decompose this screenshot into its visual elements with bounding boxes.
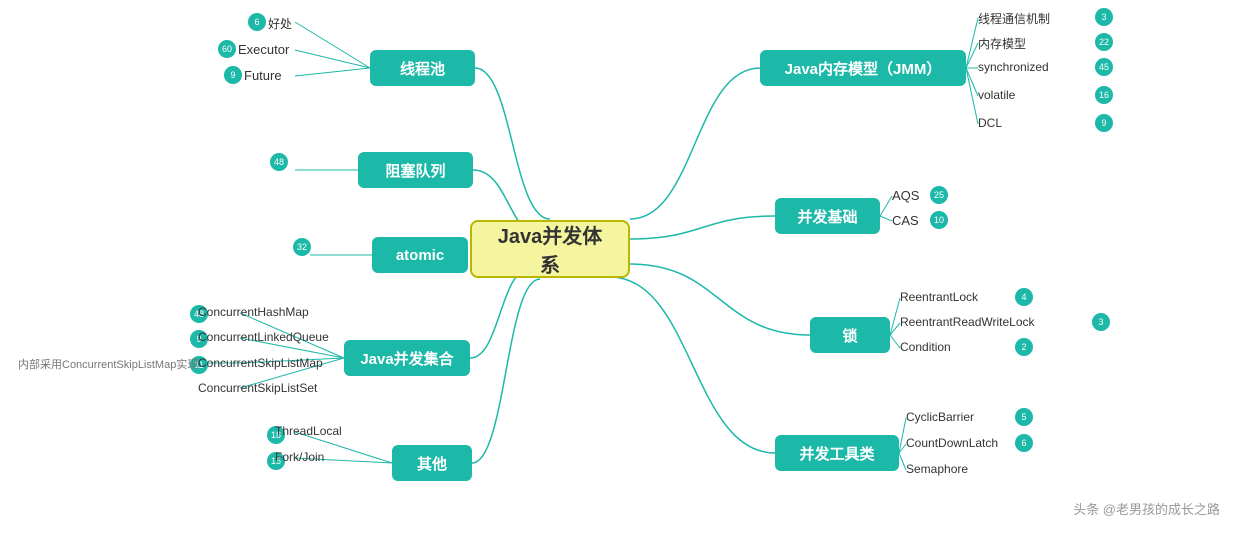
node-lock: 锁 (810, 317, 890, 353)
node-other: 其他 (392, 445, 472, 481)
badge-6: 6 (248, 13, 266, 31)
node-dcl: DCL (978, 116, 1002, 130)
badge-2: 2 (1015, 338, 1033, 356)
label-concurrent-base: 并发基础 (797, 206, 857, 227)
node-aqs: AQS (892, 188, 919, 203)
badge-9c: 9 (1095, 114, 1113, 132)
label-jmm: Java内存模型（JMM） (785, 58, 942, 79)
node-csls: ConcurrentSkipListSet (198, 381, 317, 395)
badge-4: 4 (1015, 288, 1033, 306)
badge-10: 10 (930, 211, 948, 229)
badge-45: 45 (1095, 58, 1113, 76)
node-concurrent-base: 并发基础 (775, 198, 880, 234)
center-label: Java并发体系 (492, 220, 608, 278)
node-executor: Executor (238, 42, 289, 57)
badge-9a: 9 (224, 66, 242, 84)
badge-48a: 48 (270, 153, 288, 171)
label-lock: 锁 (842, 325, 857, 346)
label-blocking-queue: 阻塞队列 (385, 160, 445, 181)
node-haochU: 好处 (268, 15, 292, 32)
label-concurrent-tools: 并发工具类 (799, 443, 874, 464)
badge-5: 5 (1015, 408, 1033, 426)
watermark-text: 头条 @老男孩的成长之路 (1073, 502, 1220, 517)
node-forkjoin: Fork/Join (275, 450, 324, 464)
node-extra-note: 内部采用ConcurrentSkipListMap实现 (18, 356, 198, 372)
node-cas: CAS (892, 213, 919, 228)
node-clq: ConcurrentLinkedQueue (198, 330, 329, 344)
label-other: 其他 (417, 453, 447, 474)
node-threadlocal: ThreadLocal (275, 424, 342, 438)
node-chm: ConcurrentHashMap (198, 305, 309, 319)
node-countdown-latch: CountDownLatch (906, 436, 998, 450)
node-cyclic-barrier: CyclicBarrier (906, 410, 974, 424)
node-condition: Condition (900, 340, 951, 354)
node-mem-model: 内存模型 (978, 35, 1026, 52)
node-volatile: volatile (978, 88, 1015, 102)
badge-25: 25 (930, 186, 948, 204)
watermark: 头条 @老男孩的成长之路 (1073, 499, 1220, 518)
label-thread-pool: 线程池 (400, 58, 445, 79)
badge-3b: 3 (1092, 313, 1110, 331)
center-node: Java并发体系 (470, 220, 630, 278)
label-atomic: atomic (396, 247, 444, 264)
node-reentrant-lock: ReentrantLock (900, 290, 978, 304)
node-thread-comm: 线程通信机制 (978, 10, 1050, 27)
node-blocking-queue: 阻塞队列 (358, 152, 473, 188)
node-semaphore: Semaphore (906, 462, 968, 476)
node-reentrant-rw-lock: ReentrantReadWriteLock (900, 315, 1035, 329)
node-atomic: atomic (372, 237, 468, 273)
badge-3a: 3 (1095, 8, 1113, 26)
node-concurrent-tools: 并发工具类 (775, 435, 899, 471)
label-concurrent-collection: Java并发集合 (360, 348, 453, 369)
badge-6b: 6 (1015, 434, 1033, 452)
badge-16: 16 (1095, 86, 1113, 104)
node-future: Future (244, 68, 282, 83)
node-synchronized: synchronized (978, 60, 1049, 74)
badge-32: 32 (293, 238, 311, 256)
badge-22: 22 (1095, 33, 1113, 51)
node-concurrent-collection: Java并发集合 (344, 340, 470, 376)
node-jmm: Java内存模型（JMM） (760, 50, 966, 86)
node-cslm: ConcurrentSkipListMap (198, 356, 323, 370)
node-thread-pool: 线程池 (370, 50, 475, 86)
badge-60: 60 (218, 40, 236, 58)
